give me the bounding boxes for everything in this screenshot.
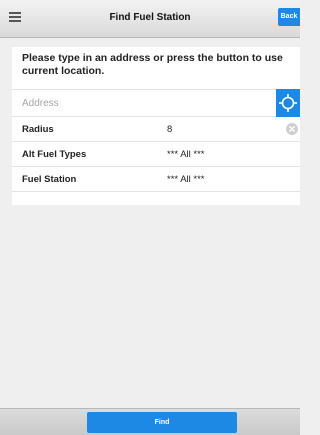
address-row xyxy=(12,89,300,117)
fuel-station-value[interactable]: *** All *** xyxy=(167,174,205,185)
address-input[interactable] xyxy=(22,95,262,111)
use-current-location-button[interactable] xyxy=(276,89,300,117)
radius-value[interactable]: 8 xyxy=(167,124,172,135)
top-bar: Find Fuel Station Back xyxy=(0,0,300,38)
clear-icon[interactable] xyxy=(286,123,298,135)
alt-fuel-types-row[interactable]: Alt Fuel Types *** All *** xyxy=(12,142,300,167)
page-title: Find Fuel Station xyxy=(109,12,191,23)
bottom-bar: Find xyxy=(0,408,300,435)
radius-row[interactable]: Radius 8 xyxy=(12,117,300,142)
search-form-panel: Please type in an address or press the b… xyxy=(12,47,300,205)
back-button[interactable]: Back xyxy=(278,8,300,26)
instructions-text: Please type in an address or press the b… xyxy=(22,52,283,77)
radius-label: Radius xyxy=(22,124,54,135)
alt-fuel-types-value[interactable]: *** All *** xyxy=(167,149,205,160)
find-button[interactable]: Find xyxy=(87,412,237,433)
fuel-station-row[interactable]: Fuel Station *** All *** xyxy=(12,167,300,192)
alt-fuel-types-label: Alt Fuel Types xyxy=(22,149,87,160)
crosshair-icon xyxy=(279,94,297,112)
fuel-station-label: Fuel Station xyxy=(22,174,77,185)
